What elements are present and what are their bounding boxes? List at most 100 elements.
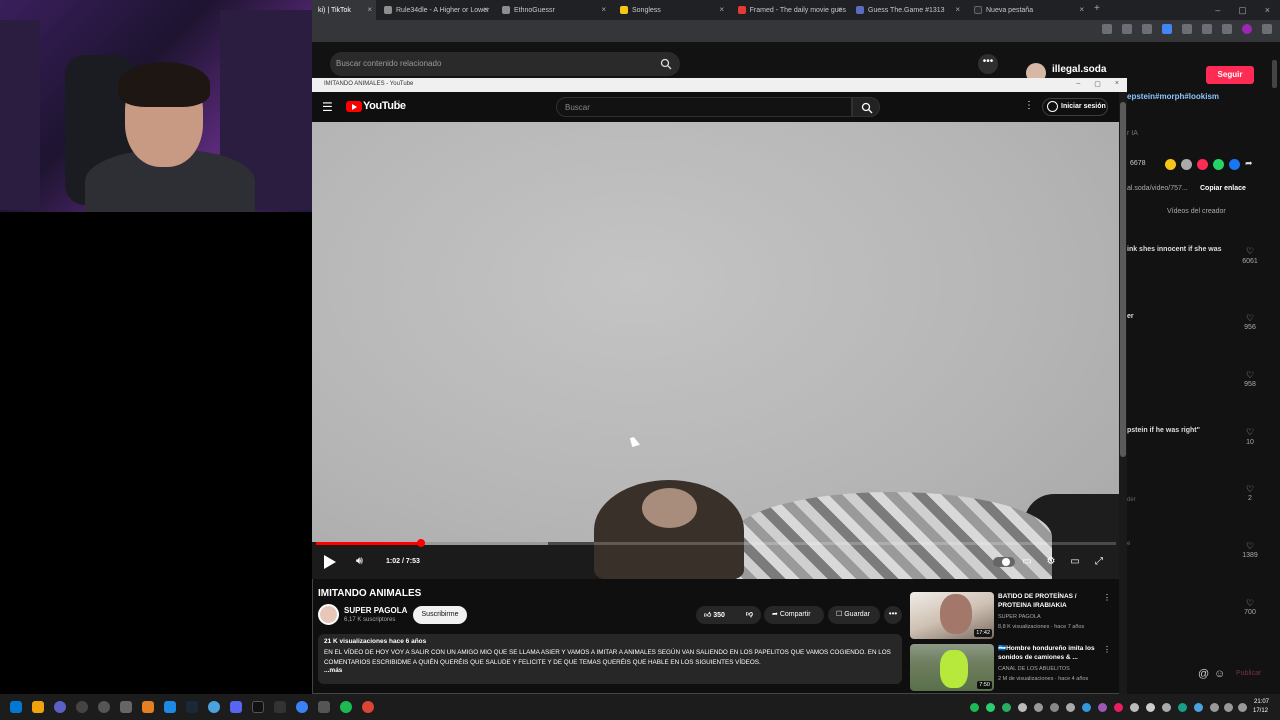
app-icon-round[interactable] [208, 701, 220, 713]
heart-icon[interactable]: ♡ [1243, 598, 1257, 609]
tab-close-icon[interactable]: × [367, 5, 372, 14]
share-button[interactable]: ➦ Compartir [764, 606, 824, 624]
recommended-video-title[interactable]: 🇭🇳Hombre hondureño imita los sonidos de … [998, 645, 1098, 662]
close-window-button[interactable]: × [1265, 5, 1270, 15]
scrollbar[interactable] [1272, 60, 1277, 88]
channel-name[interactable]: SUPER PAGOLA [344, 606, 407, 615]
reply-label[interactable]: e [1127, 541, 1130, 547]
profile-avatar[interactable] [1242, 24, 1252, 34]
search-icon[interactable] [32, 701, 44, 713]
app-icon-v[interactable] [54, 701, 66, 713]
tray-icon[interactable] [1146, 703, 1155, 712]
share-whatsapp-icon[interactable] [1213, 159, 1224, 170]
star-icon[interactable] [1122, 24, 1132, 34]
youtube-search-input[interactable]: Buscar [556, 97, 852, 117]
address-bar[interactable] [312, 20, 1280, 42]
creator-videos-tab[interactable]: Vídeos del creador [1167, 208, 1226, 215]
volume-icon[interactable]: 🔊︎ [356, 555, 363, 568]
heart-icon[interactable]: ♡ [1243, 246, 1257, 257]
maximize-button[interactable]: ▢ [1238, 5, 1247, 16]
tray-icon[interactable] [1034, 703, 1043, 712]
play-button-icon[interactable] [324, 555, 336, 569]
mention-icon[interactable]: @ [1198, 668, 1209, 680]
minimize-button[interactable]: – [1076, 80, 1080, 88]
publish-button[interactable]: Publicar [1236, 670, 1261, 677]
creator-username[interactable]: illegal.soda [1052, 64, 1106, 75]
tab-close-icon[interactable]: × [483, 5, 488, 14]
tray-icon[interactable] [1082, 703, 1091, 712]
copy-link-button[interactable]: Copiar enlace [1200, 185, 1246, 192]
subtitles-icon[interactable]: ▭ [1020, 555, 1034, 569]
heart-icon[interactable]: ♡ [1243, 313, 1257, 324]
tab-close-icon[interactable]: × [719, 5, 724, 14]
extension-icon[interactable] [1162, 24, 1172, 34]
app-icon-dark[interactable] [274, 701, 286, 713]
close-window-button[interactable]: × [1115, 80, 1119, 88]
tray-spotify-icon[interactable] [970, 703, 979, 712]
recommended-video-thumbnail[interactable]: 17:42 [910, 592, 994, 639]
spotify-icon[interactable] [340, 701, 352, 713]
hashtags[interactable]: epstein#morph#lookism [1127, 92, 1219, 101]
recommended-video-thumbnail[interactable]: 7:50 [910, 644, 994, 691]
theater-mode-icon[interactable]: ▭ [1068, 555, 1082, 569]
tab-close-icon[interactable]: × [1079, 5, 1084, 14]
tray-icon[interactable] [1162, 703, 1171, 712]
new-tab-button[interactable]: + [1094, 3, 1100, 14]
share-friends-icon[interactable] [1197, 159, 1208, 170]
app-icon-arrow[interactable] [98, 701, 110, 713]
tray-icon[interactable] [1194, 703, 1203, 712]
share-arrow-icon[interactable]: ➦ [1245, 158, 1253, 169]
windows-start-icon[interactable] [10, 701, 22, 713]
app-icon-blue[interactable] [164, 701, 176, 713]
tray-icon[interactable] [1018, 703, 1027, 712]
minimize-button[interactable]: – [1215, 5, 1220, 15]
save-button[interactable]: ☐ Guardar [828, 606, 880, 624]
bookmark-icon[interactable] [1202, 24, 1212, 34]
hamburger-menu-icon[interactable]: ☰ [322, 100, 333, 114]
tab-close-icon[interactable]: × [955, 5, 960, 14]
heart-icon[interactable]: ♡ [1243, 427, 1257, 438]
tray-icon[interactable] [1114, 703, 1123, 712]
recommended-video-channel[interactable]: CANAL DE LOS ABUELITOS [998, 666, 1070, 672]
tray-icon[interactable] [1098, 703, 1107, 712]
thumbs-down-icon[interactable]: 👎︎ [746, 609, 753, 618]
fullscreen-icon[interactable]: ⤢ [1092, 555, 1106, 569]
tiktok-icon[interactable] [252, 701, 264, 713]
volume-icon[interactable] [1224, 703, 1233, 712]
app-icon-c[interactable] [296, 701, 308, 713]
tiktok-search-input[interactable]: Buscar contenido relacionado [330, 52, 680, 76]
follow-button[interactable]: Seguir [1206, 66, 1254, 84]
clock-date[interactable]: 17/12 [1253, 708, 1268, 714]
like-button[interactable]: 👍︎ 350 👎︎ [696, 606, 761, 624]
steam-icon[interactable] [186, 701, 198, 713]
split-icon[interactable] [1222, 24, 1232, 34]
description-box[interactable]: 21 K visualizaciones hace 6 años EN EL V… [318, 634, 902, 684]
more-options-button[interactable]: ••• [978, 54, 998, 74]
video-menu-icon[interactable]: ⋮ [1103, 593, 1111, 602]
app-icon-active[interactable] [318, 701, 330, 713]
browser-tab-guessthegame[interactable]: Guess The.Game #1313 × [850, 0, 964, 20]
app-icon-obs[interactable] [76, 701, 88, 713]
channel-avatar[interactable] [318, 604, 339, 625]
chrome-icon[interactable] [362, 701, 374, 713]
tray-icon[interactable] [1130, 703, 1139, 712]
emoji-icon[interactable]: ☺ [1214, 668, 1225, 680]
share-embed-icon[interactable] [1181, 159, 1192, 170]
tab-close-icon[interactable]: × [601, 5, 606, 14]
heart-icon[interactable]: ♡ [1243, 484, 1257, 495]
menu-kebab-icon[interactable] [1262, 24, 1272, 34]
tab-close-icon[interactable]: × [837, 5, 842, 14]
share-whatsapp-icon[interactable] [1165, 159, 1176, 170]
browser-tab-tiktok[interactable]: ki) | TikTok × [312, 0, 376, 20]
tray-icon[interactable] [986, 703, 995, 712]
maximize-button[interactable]: ▢ [1094, 80, 1101, 88]
video-menu-icon[interactable]: ⋮ [1103, 645, 1111, 654]
tray-icon[interactable] [1002, 703, 1011, 712]
install-icon[interactable] [1102, 24, 1112, 34]
recommended-video-channel[interactable]: SUPER PAGOLA [998, 614, 1041, 620]
settings-kebab-icon[interactable]: ⋮ [1024, 100, 1034, 111]
share-facebook-icon[interactable] [1229, 159, 1240, 170]
wifi-icon[interactable] [1210, 703, 1219, 712]
scrollbar-thumb[interactable] [1120, 102, 1126, 457]
browser-tab-songless[interactable]: Songless × [614, 0, 728, 20]
